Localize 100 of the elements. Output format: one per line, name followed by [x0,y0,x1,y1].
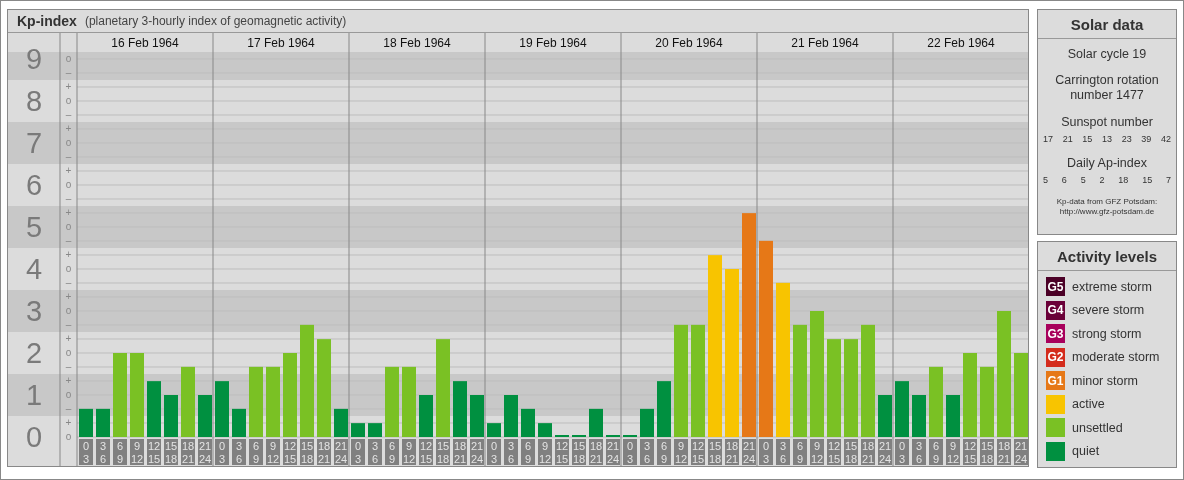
level-label: severe storm [1072,303,1145,317]
level-label: strong storm [1072,326,1142,341]
hour-label: 15 18 [980,439,994,465]
bar [453,381,467,437]
scale-mark: o [65,263,72,275]
hour-label: 3 6 [504,439,518,465]
ap-index-value: 7 [1165,175,1171,185]
sunspot-label: Sunspot number [1061,115,1153,129]
hour-label: 6 9 [929,439,943,465]
hour-label: 12 15 [963,439,977,465]
hour-label: 12 15 [555,439,569,465]
bar [147,381,161,437]
scale-mark: o [65,431,72,443]
hour-label: 18 21 [453,439,467,465]
bar [368,423,382,437]
hour-label: 9 12 [810,439,824,465]
bar [657,381,671,437]
level-label: 0 [25,421,43,453]
sunspot-value: 23 [1121,134,1132,144]
ap-index-value: 6 [1061,175,1067,185]
scale-mark: + [65,417,72,429]
level-label: quiet [1072,444,1100,458]
hour-label: 3 6 [368,439,382,465]
hour-label: 21 24 [878,439,892,465]
hour-label: 15 18 [572,439,586,465]
level-label: 2 [25,337,43,369]
bar [912,395,926,437]
bar [521,408,535,437]
bar [164,395,178,437]
bar [385,366,399,437]
level-badge: G5 [1046,277,1065,296]
hour-label: 9 12 [130,439,144,465]
hour-label: 0 3 [215,439,229,465]
level-label: 6 [25,169,43,201]
hour-label: 3 6 [232,439,246,465]
bar [198,395,212,437]
chart-subtitle: (planetary 3-hourly index of geomagnetic activity) [84,14,347,28]
bar [470,395,484,437]
scale-mark: – [65,109,72,121]
hour-label: 12 15 [283,439,297,465]
hour-label: 3 6 [912,439,926,465]
level-badge: G4 [1046,300,1065,320]
bar [980,366,994,437]
scale-mark: o [65,179,72,191]
scale-mark: o [65,347,72,359]
scale-mark: – [65,151,72,163]
bar [334,408,348,437]
scale-mark: + [65,249,72,261]
scale-mark: + [65,333,72,345]
carrington-rotation: Carrington rotation number 1477 [1054,73,1160,103]
panel-title: Activity levels [1038,242,1176,271]
scale-mark: + [65,123,72,135]
level-label: active [1072,397,1105,411]
scale-mark: + [65,165,72,177]
level-label: 7 [25,127,43,159]
scale-mark: – [65,277,72,289]
hour-label: 15 18 [708,439,722,465]
date-label: 21 Feb 1964 [791,36,859,50]
hour-label: 21 24 [334,439,348,465]
bar [929,366,943,437]
hour-label: 0 3 [79,439,93,465]
sunspot-value: 15 [1082,134,1093,144]
hour-label: 18 21 [725,439,739,465]
level-badge: G3 [1046,324,1065,343]
hour-label: 12 15 [419,439,433,465]
scale-mark: – [65,319,72,331]
scale-mark: – [65,235,72,247]
level-label: 5 [25,211,43,243]
sunspot-value: 42 [1160,134,1171,144]
hour-label: 0 3 [895,439,909,465]
bar [266,366,280,437]
hour-label: 9 12 [946,439,960,465]
bar [946,395,960,437]
ap-index-value: 15 [1142,175,1153,185]
bar [96,408,110,437]
hour-label: 6 9 [657,439,671,465]
level-label: 3 [25,295,43,327]
level-label: 8 [25,85,43,117]
level-badge: G2 [1046,347,1065,367]
scale-mark: – [65,193,72,205]
bar [589,408,603,437]
hour-label: 0 3 [623,439,637,465]
hour-label: 15 18 [436,439,450,465]
hour-label: 15 18 [164,439,178,465]
scale-mark: – [65,403,72,415]
bar [351,423,365,437]
bar [232,408,246,437]
hour-label: 6 9 [385,439,399,465]
hour-label: 6 9 [521,439,535,465]
date-label: 22 Feb 1964 [927,36,995,50]
bar [895,381,909,437]
ap-index-value: 2 [1099,175,1105,185]
panel-title: Solar data [1038,10,1176,39]
hour-label: 18 21 [589,439,603,465]
hour-label: 21 24 [742,439,756,465]
hour-label: 6 9 [249,439,263,465]
scale-mark: + [65,81,72,93]
level-label: minor storm [1072,373,1138,388]
bar [402,366,416,437]
bar [419,395,433,437]
